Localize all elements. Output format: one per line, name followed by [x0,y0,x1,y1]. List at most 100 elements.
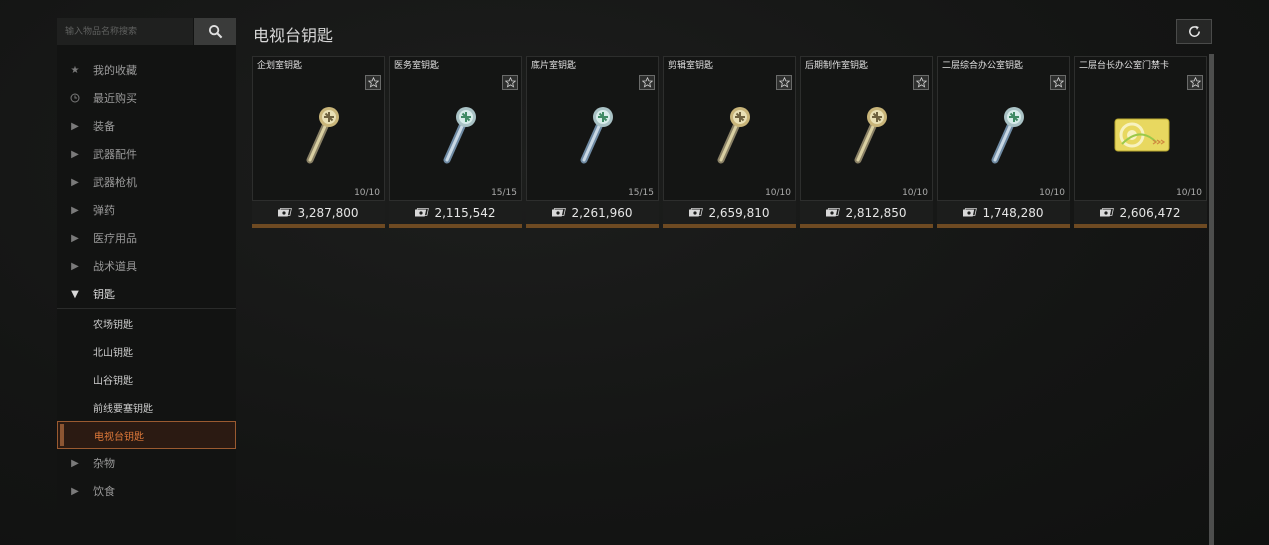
nav-item-misc[interactable]: ▶ 杂物 [57,449,236,477]
item-price: 2,659,810 [708,205,770,220]
item-card[interactable]: 后期制作室钥匙 10/10 2,812,850 [800,56,933,228]
item-name: 底片室钥匙 [531,61,577,71]
money-icon [963,207,978,216]
nav-item-label: 杂物 [93,457,115,470]
item-card-bar [389,224,522,228]
favorite-button[interactable] [365,75,381,90]
nav-item-label: 医疗用品 [93,232,137,245]
item-card[interactable]: 医务室钥匙 15/15 2,115,542 [389,56,522,228]
item-name: 医务室钥匙 [394,61,440,71]
item-card-bar [1074,224,1207,228]
nav-item-tactical[interactable]: ▶ 战术道具 [57,252,236,280]
star-outline-icon [504,77,516,88]
favorite-button[interactable] [502,75,518,90]
scrollbar[interactable] [1209,54,1214,545]
favorite-button[interactable] [913,75,929,90]
caret-right-icon: ▶ [71,120,79,132]
item-name: 二层台长办公室门禁卡 [1079,61,1170,71]
favorite-button[interactable] [776,75,792,90]
nav-item-label: 弹药 [93,204,115,217]
nav-item-food[interactable]: ▶ 饮食 [57,477,236,505]
item-price: 2,115,542 [434,205,496,220]
nav-item-label: 最近购买 [93,92,137,105]
nav-item-label: 我的收藏 [93,64,137,77]
item-price-row: 2,606,472 [1074,201,1207,224]
item-durability: 10/10 [354,188,380,198]
nav-item-label: 战术道具 [93,260,137,273]
caret-right-icon: ▶ [71,260,79,272]
money-icon [689,207,704,216]
item-price-row: 2,115,542 [389,201,522,224]
item-card-bar [800,224,933,228]
star-icon: ★ [70,64,80,76]
nav-item-recent[interactable]: 最近购买 [57,84,236,112]
nav-item-favorites[interactable]: ★ 我的收藏 [57,56,236,84]
item-grid: 企划室钥匙 10/10 3,287,800 医务室钥匙 15/15 2,115,… [252,56,1207,228]
clock-icon [57,93,93,103]
money-icon [1100,207,1115,216]
item-card-body: 底片室钥匙 15/15 [526,56,659,201]
gold-key-icon [836,102,900,166]
item-card-body: 剪辑室钥匙 10/10 [663,56,796,201]
money-icon [826,207,841,216]
silver-key-icon [562,102,626,166]
caret-right-icon: ▶ [71,176,79,188]
category-nav: ★ 我的收藏 最近购买 ▶ 装备 ▶ 武器配件 ▶ 武器枪机 ▶ 弹药 ▶ 医疗… [57,56,236,505]
item-card[interactable]: 剪辑室钥匙 10/10 2,659,810 [663,56,796,228]
caret-right-icon: ▶ [71,232,79,244]
item-card-body: 医务室钥匙 15/15 [389,56,522,201]
nav-item-keys[interactable]: ▼ 钥匙 [57,280,236,309]
item-durability: 10/10 [1039,188,1065,198]
item-price: 3,287,800 [297,205,359,220]
item-card-body: 后期制作室钥匙 10/10 [800,56,933,201]
favorite-button[interactable] [639,75,655,90]
item-name: 剪辑室钥匙 [668,61,714,71]
nav-item-ammo[interactable]: ▶ 弹药 [57,196,236,224]
sub-item-tv-station-keys[interactable]: 电视台钥匙 [57,421,236,449]
sub-item-valley-keys[interactable]: 山谷钥匙 [57,365,236,393]
item-card-bar [252,224,385,228]
item-card-bar [937,224,1070,228]
caret-right-icon: ▶ [71,204,79,216]
star-outline-icon [778,77,790,88]
nav-item-weapon-attachments[interactable]: ▶ 武器配件 [57,140,236,168]
item-card-bar [526,224,659,228]
money-icon [415,207,430,216]
item-card-body: 企划室钥匙 10/10 [252,56,385,201]
item-durability: 10/10 [1176,188,1202,198]
sub-item-farm-keys[interactable]: 农场钥匙 [57,309,236,337]
star-outline-icon [1189,77,1201,88]
favorite-button[interactable] [1187,75,1203,90]
star-outline-icon [367,77,379,88]
nav-item-label: 武器枪机 [93,176,137,189]
search-button[interactable] [194,18,236,45]
item-price: 1,748,280 [982,205,1044,220]
item-card[interactable]: 二层台长办公室门禁卡 10/10 2,606,472 [1074,56,1207,228]
item-name: 二层综合办公室钥匙 [942,61,1024,71]
item-name: 企划室钥匙 [257,61,303,71]
item-durability: 10/10 [902,188,928,198]
caret-right-icon: ▶ [71,148,79,160]
item-price: 2,606,472 [1119,205,1181,220]
item-durability: 15/15 [491,188,517,198]
sub-item-frontline-fortress-keys[interactable]: 前线要塞钥匙 [57,393,236,421]
star-outline-icon [641,77,653,88]
search-input[interactable] [57,18,193,45]
gold-key-icon [288,102,352,166]
scrollbar-thumb[interactable] [1209,54,1214,545]
favorite-button[interactable] [1050,75,1066,90]
nav-item-label: 钥匙 [93,288,115,301]
nav-item-equipment[interactable]: ▶ 装备 [57,112,236,140]
item-price: 2,261,960 [571,205,633,220]
item-card[interactable]: 企划室钥匙 10/10 3,287,800 [252,56,385,228]
money-icon [278,207,293,216]
gold-key-icon [699,102,763,166]
item-card[interactable]: 底片室钥匙 15/15 2,261,960 [526,56,659,228]
silver-key-icon [425,102,489,166]
nav-item-medical[interactable]: ▶ 医疗用品 [57,224,236,252]
item-durability: 10/10 [765,188,791,198]
sub-item-north-mountain-keys[interactable]: 北山钥匙 [57,337,236,365]
nav-item-weapons[interactable]: ▶ 武器枪机 [57,168,236,196]
refresh-button[interactable] [1176,19,1212,44]
item-card[interactable]: 二层综合办公室钥匙 10/10 1,748,280 [937,56,1070,228]
